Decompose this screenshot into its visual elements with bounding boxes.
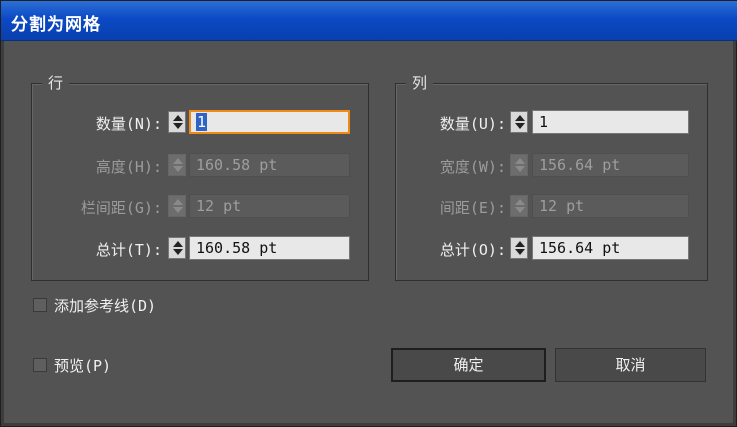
rows-count-row: 数量(N): (32, 110, 162, 136)
columns-width-spinner (510, 154, 528, 176)
rows-group-title: 行 (42, 74, 70, 92)
columns-width-row: 宽度(W): (396, 153, 506, 179)
rows-gutter-label: 栏间距(G): (80, 199, 162, 217)
rows-total-spinner[interactable] (168, 237, 186, 259)
spinner-up-icon[interactable] (173, 115, 183, 121)
spinner-down-icon (173, 166, 183, 172)
preview-label[interactable]: 预览(P) (54, 355, 111, 376)
columns-gutter-input: 12 pt (532, 194, 689, 218)
rows-count-input[interactable]: 1 (189, 110, 350, 134)
spinner-down-icon[interactable] (173, 249, 183, 255)
rows-height-label: 高度(H): (95, 158, 162, 176)
spinner-down-icon (515, 207, 525, 213)
split-into-grid-dialog: 分割为网格 行 数量(N): 1 高度(H): 160.58 pt 栏间距(G)… (0, 0, 737, 427)
rows-height-spinner (168, 154, 186, 176)
spinner-up-icon (173, 158, 183, 164)
columns-group-title: 列 (406, 74, 434, 92)
add-guides-label[interactable]: 添加参考线(D) (54, 295, 156, 316)
rows-count-spinner[interactable] (168, 111, 186, 133)
rows-gutter-input: 12 pt (189, 194, 350, 218)
columns-width-label: 宽度(W): (439, 158, 506, 176)
columns-total-row: 总计(O): (396, 236, 506, 262)
spinner-up-icon[interactable] (515, 241, 525, 247)
columns-total-spinner[interactable] (510, 237, 528, 259)
columns-count-row: 数量(U): (396, 110, 506, 136)
columns-width-input: 156.64 pt (532, 153, 689, 177)
dialog-title: 分割为网格 (11, 15, 101, 35)
columns-count-spinner[interactable] (510, 111, 528, 133)
spinner-up-icon (173, 199, 183, 205)
dialog-body: 行 数量(N): 1 高度(H): 160.58 pt 栏间距(G): 12 p… (4, 41, 733, 423)
columns-count-label: 数量(U): (439, 115, 506, 133)
columns-total-input[interactable]: 156.64 pt (532, 236, 689, 260)
rows-total-row: 总计(T): (32, 236, 162, 262)
spinner-down-icon[interactable] (173, 123, 183, 129)
spinner-down-icon[interactable] (515, 123, 525, 129)
rows-count-value: 1 (196, 113, 208, 131)
title-bar[interactable]: 分割为网格 (1, 1, 737, 41)
rows-total-input[interactable]: 160.58 pt (189, 236, 350, 260)
columns-gutter-label: 间距(E): (439, 199, 506, 217)
spinner-up-icon (515, 199, 525, 205)
rows-total-label: 总计(T): (95, 241, 162, 259)
columns-count-input[interactable]: 1 (532, 110, 689, 134)
rows-group: 行 数量(N): 1 高度(H): 160.58 pt 栏间距(G): 12 p… (31, 74, 369, 281)
spinner-down-icon (515, 166, 525, 172)
rows-height-input: 160.58 pt (189, 153, 350, 177)
columns-gutter-spinner (510, 195, 528, 217)
spinner-up-icon[interactable] (173, 241, 183, 247)
spinner-down-icon[interactable] (515, 249, 525, 255)
preview-checkbox[interactable] (33, 358, 47, 372)
add-guides-checkbox[interactable] (33, 298, 47, 312)
rows-gutter-row: 栏间距(G): (32, 194, 162, 220)
spinner-up-icon[interactable] (515, 115, 525, 121)
columns-gutter-row: 间距(E): (396, 194, 506, 220)
rows-gutter-spinner (168, 195, 186, 217)
rows-count-label: 数量(N): (95, 115, 162, 133)
columns-group: 列 数量(U): 1 宽度(W): 156.64 pt 间距(E): 12 pt… (395, 74, 708, 281)
spinner-down-icon (173, 207, 183, 213)
columns-total-label: 总计(O): (439, 241, 506, 259)
rows-height-row: 高度(H): (32, 153, 162, 179)
spinner-up-icon (515, 158, 525, 164)
ok-button[interactable]: 确定 (391, 348, 546, 382)
cancel-button[interactable]: 取消 (555, 348, 706, 382)
